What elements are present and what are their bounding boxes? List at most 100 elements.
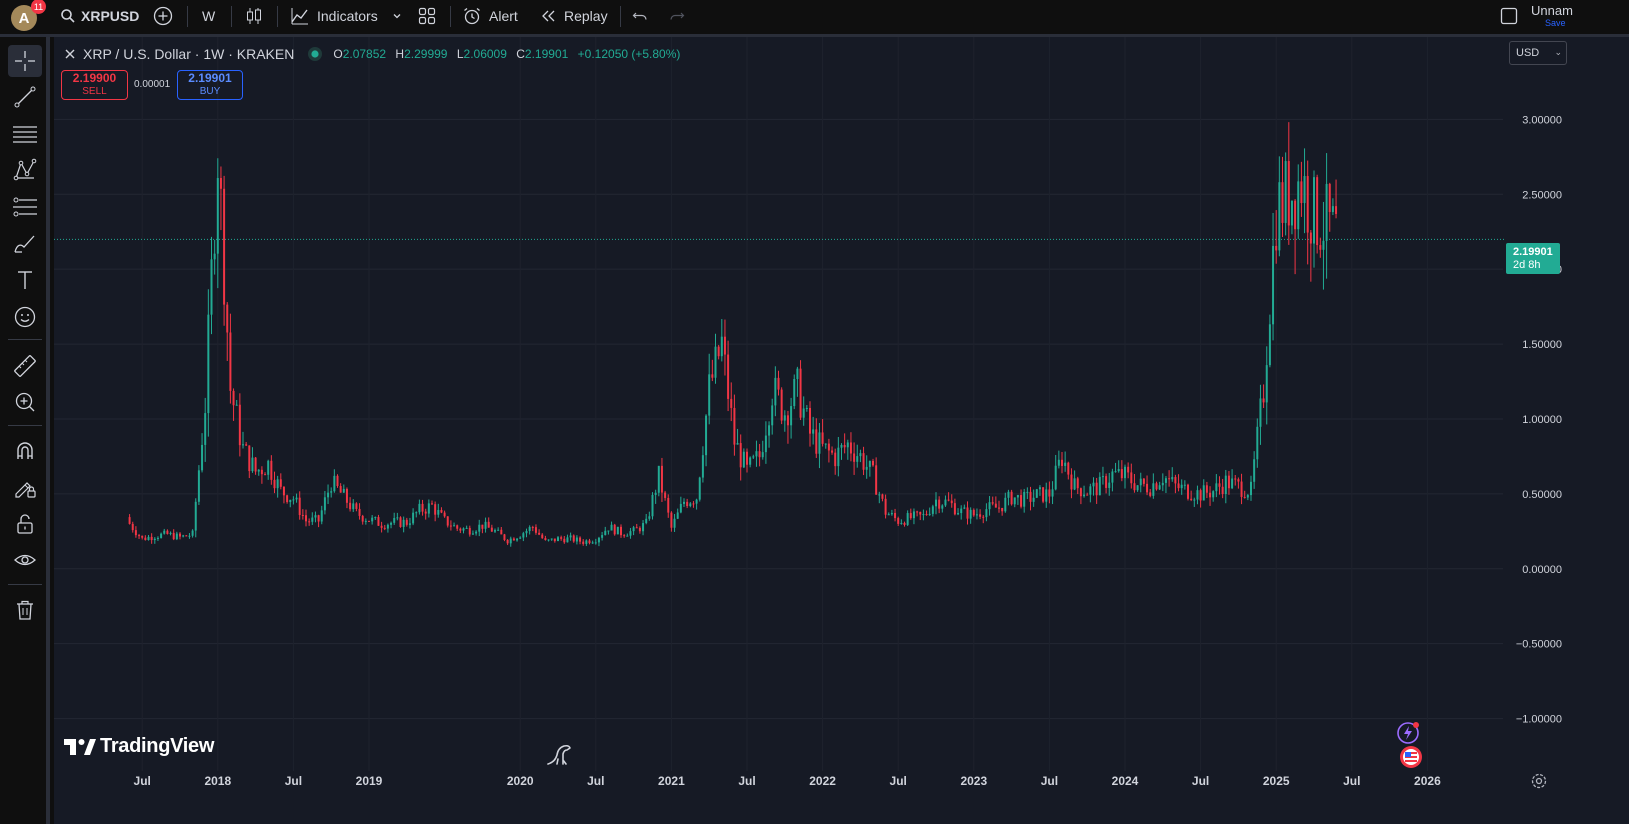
candle-body [534, 527, 537, 533]
candle-body [1177, 483, 1180, 489]
candle-body [487, 521, 490, 528]
symbol-title[interactable]: XRP / U.S. Dollar · 1W · KRAKEN [83, 46, 294, 62]
candle-body [550, 538, 553, 540]
templates-button[interactable] [417, 0, 437, 32]
magnet-tool[interactable] [8, 435, 42, 467]
candle-body [1042, 487, 1045, 502]
candle-body [645, 518, 648, 524]
candle-body [749, 457, 752, 465]
hide-drawings-tool[interactable] [8, 544, 42, 576]
dinosaur-icon[interactable] [545, 740, 573, 768]
candle-body [774, 377, 777, 406]
chart-pane[interactable]: 3.000002.500002.000001.500001.000000.500… [54, 37, 1629, 824]
candle-body [635, 527, 638, 529]
notification-badge[interactable]: 11 [31, 0, 46, 14]
x-tick-label: 2019 [356, 774, 383, 788]
close-icon[interactable] [64, 48, 76, 60]
candle-body [764, 435, 767, 453]
x-tick-label: 2022 [809, 774, 836, 788]
indicators-button[interactable]: Indicators [290, 0, 378, 32]
trash-icon [17, 600, 33, 620]
candle-body [434, 504, 437, 515]
compare-symbol-button[interactable] [153, 0, 173, 32]
lock-drawings-icon [15, 482, 36, 498]
alert-button[interactable]: Alert [462, 0, 518, 32]
chart-type-button[interactable] [244, 0, 264, 32]
chart-legend: XRP / U.S. Dollar · 1W · KRAKEN O2.07852… [64, 45, 686, 63]
candle-body [235, 404, 238, 406]
fib-retracement-tool[interactable] [8, 118, 42, 150]
toolbar-divider [8, 339, 42, 340]
candle-body [210, 259, 213, 315]
candle-body [620, 526, 622, 536]
brush-tool[interactable] [8, 228, 42, 260]
candle-body [909, 513, 912, 519]
layout-name-area[interactable]: Unnam Save [1531, 3, 1629, 31]
candle-body [295, 497, 298, 500]
sparkle-bolt-icon[interactable] [1395, 720, 1421, 746]
text-icon [18, 271, 32, 289]
candle-body [166, 530, 169, 534]
candle-body [1202, 485, 1205, 501]
undo-button[interactable] [631, 0, 649, 32]
candle-body [881, 494, 884, 499]
symbol-search-button[interactable]: XRPUSD [60, 0, 139, 32]
tradingview-logo[interactable]: TradingView [64, 735, 214, 758]
tradingview-logo-text: TradingView [100, 735, 215, 757]
sell-button[interactable]: 2.19900 SELL [61, 70, 128, 100]
price-chart[interactable]: 3.000002.500002.000001.500001.000000.500… [54, 37, 1629, 824]
remove-drawings-tool[interactable] [8, 594, 42, 626]
indicators-dropdown[interactable] [392, 0, 402, 32]
emoji-tool[interactable] [8, 301, 42, 333]
candle-body [1221, 486, 1224, 494]
us-flag-events-icon[interactable] [1398, 744, 1424, 770]
settings-icon[interactable] [1530, 772, 1548, 790]
candle-body [412, 512, 415, 524]
measure-tool[interactable] [8, 350, 42, 382]
candle-body [349, 502, 352, 510]
text-tool[interactable] [8, 264, 42, 296]
candle-body [796, 368, 799, 380]
replay-button[interactable]: Replay [540, 0, 608, 32]
market-status-icon[interactable] [307, 46, 323, 62]
candle-body [897, 518, 900, 524]
candle-body [802, 408, 805, 418]
candle-body [569, 535, 572, 538]
trend-line-tool[interactable] [8, 81, 42, 113]
candle-body [481, 524, 484, 529]
candle-body [988, 502, 991, 510]
zoom-in-tool[interactable] [8, 386, 42, 418]
pattern-tool[interactable] [8, 154, 42, 186]
forecasting-tool[interactable] [8, 191, 42, 223]
candle-body [506, 539, 509, 544]
candle-body [730, 398, 733, 408]
candle-body [270, 460, 273, 480]
candle-body [1227, 475, 1230, 489]
crosshair-tool[interactable] [8, 45, 42, 77]
interval-button[interactable]: W [202, 0, 215, 32]
candle-body [547, 539, 550, 541]
candle-body [686, 501, 689, 507]
buy-button[interactable]: 2.19901 BUY [177, 70, 243, 100]
toolbar-divider [231, 6, 232, 27]
candle-body [1007, 491, 1010, 498]
candle-body [179, 533, 181, 537]
x-tick-label: 2024 [1112, 774, 1139, 788]
candle-body [1231, 478, 1234, 489]
stay-in-drawing-mode-tool[interactable] [8, 471, 42, 503]
candle-body [528, 527, 531, 531]
lock-all-drawings-tool[interactable] [8, 508, 42, 540]
candle-body [890, 512, 893, 515]
candle-body [248, 445, 251, 472]
currency-select[interactable]: USD ⌄ [1509, 41, 1567, 65]
grid-icon [418, 7, 436, 25]
candle-body [950, 500, 953, 504]
y-tick-label: −1.00000 [1516, 714, 1562, 726]
high-value: 2.29999 [404, 47, 448, 61]
layout-checkbox[interactable] [1500, 0, 1518, 32]
candle-body [251, 457, 254, 472]
candle-body [1265, 365, 1268, 403]
redo-button[interactable] [668, 0, 686, 32]
candle-body [884, 498, 887, 515]
candle-body [1171, 477, 1174, 480]
